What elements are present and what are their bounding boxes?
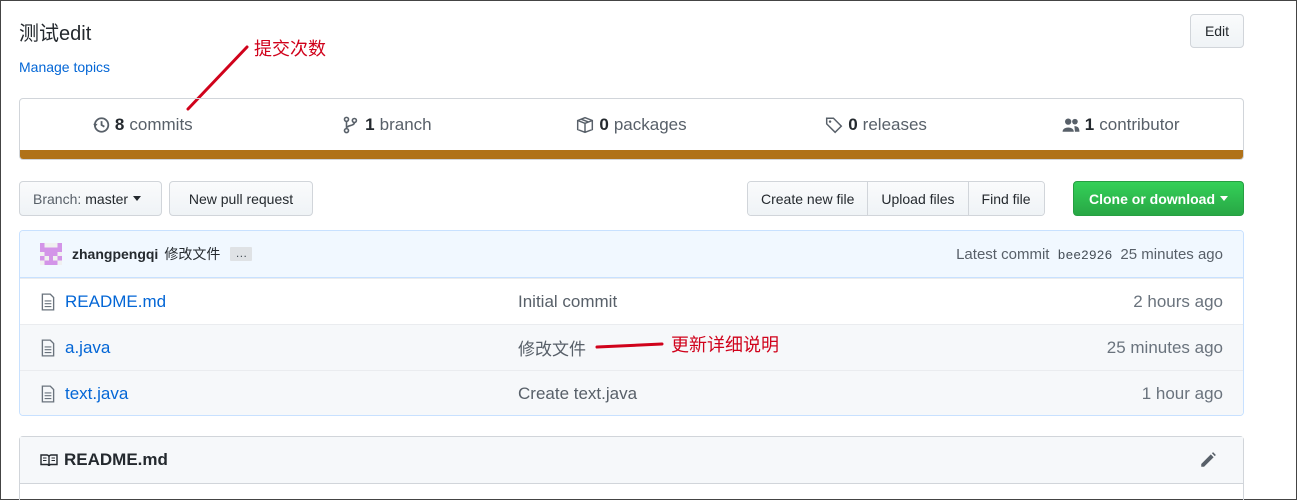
tag-icon bbox=[826, 117, 843, 134]
expand-commit-button[interactable]: … bbox=[230, 247, 253, 261]
file-icon bbox=[41, 384, 55, 403]
branch-select-button[interactable]: Branch: master bbox=[19, 181, 162, 216]
file-name[interactable]: a.java bbox=[65, 338, 518, 358]
readme-header: README.md bbox=[20, 437, 1243, 484]
table-row: README.md Initial commit 2 hours ago bbox=[20, 278, 1243, 324]
package-icon bbox=[577, 116, 594, 134]
find-file-button[interactable]: Find file bbox=[968, 182, 1044, 215]
contributors-number: 1 bbox=[1084, 115, 1095, 134]
readme-panel: README.md bbox=[19, 436, 1244, 500]
commit-message[interactable]: 修改文件 bbox=[164, 244, 220, 264]
dropdown-caret-icon bbox=[133, 196, 142, 201]
file-name[interactable]: text.java bbox=[65, 384, 518, 404]
file-list: zhangpengqi 修改文件 … Latest commit bee2926… bbox=[19, 230, 1244, 416]
releases-label: releases bbox=[862, 115, 927, 134]
branch-prefix: Branch: bbox=[33, 190, 82, 207]
branch-icon bbox=[343, 116, 358, 134]
table-row: text.java Create text.java 1 hour ago bbox=[20, 370, 1243, 415]
repo-title: 测试edit bbox=[19, 23, 92, 45]
commits-count[interactable]: 8 commits bbox=[20, 115, 265, 135]
file-icon bbox=[41, 338, 55, 357]
contributors-label: contributor bbox=[1099, 115, 1180, 134]
releases-count[interactable]: 0 releases bbox=[754, 115, 999, 135]
pencil-icon[interactable] bbox=[1199, 451, 1217, 469]
create-new-file-button[interactable]: Create new file bbox=[748, 182, 869, 215]
commit-sha[interactable]: bee2926 bbox=[1058, 248, 1113, 263]
readme-title: README.md bbox=[64, 450, 168, 469]
branches-label: branch bbox=[379, 115, 432, 134]
branches-count[interactable]: 1 branch bbox=[265, 115, 510, 135]
language-bar[interactable] bbox=[20, 150, 1243, 159]
packages-number: 0 bbox=[599, 115, 609, 134]
file-actions-group: Create new file Upload files Find file bbox=[747, 181, 1045, 216]
file-icon bbox=[41, 292, 55, 311]
packages-count[interactable]: 0 packages bbox=[509, 115, 754, 135]
clone-download-button[interactable]: Clone or download bbox=[1073, 181, 1244, 216]
packages-label: packages bbox=[613, 115, 687, 134]
annotation-arrow-detail bbox=[595, 342, 664, 349]
clone-label: Clone or download bbox=[1089, 190, 1215, 207]
people-icon bbox=[1062, 118, 1080, 132]
releases-number: 0 bbox=[848, 115, 858, 134]
upload-files-button[interactable]: Upload files bbox=[868, 182, 969, 215]
latest-commit-bar: zhangpengqi 修改文件 … Latest commit bee2926… bbox=[20, 231, 1243, 278]
branch-name: master bbox=[85, 190, 129, 207]
annotation-detail-note: 更新详细说明 bbox=[671, 335, 779, 356]
avatar[interactable] bbox=[40, 243, 62, 265]
latest-commit-label: Latest commit bbox=[956, 245, 1050, 263]
commits-label: commits bbox=[129, 115, 193, 134]
branches-number: 1 bbox=[365, 115, 375, 134]
commit-age: 25 minutes ago bbox=[1120, 245, 1223, 263]
file-commit-message[interactable]: Initial commit bbox=[518, 292, 968, 312]
annotation-commits-note: 提交次数 bbox=[254, 39, 326, 60]
file-commit-message[interactable]: Create text.java bbox=[518, 384, 968, 404]
commits-number: 8 bbox=[114, 115, 125, 134]
file-age: 25 minutes ago bbox=[1106, 337, 1223, 357]
manage-topics-link[interactable]: Manage topics bbox=[19, 59, 110, 75]
dropdown-caret-icon bbox=[1220, 196, 1228, 201]
book-icon bbox=[40, 454, 58, 467]
latest-commit-info: Latest commit bee2926 25 minutes ago bbox=[956, 246, 1223, 263]
history-icon bbox=[93, 117, 110, 133]
file-name[interactable]: README.md bbox=[65, 292, 518, 312]
new-pull-request-button[interactable]: New pull request bbox=[169, 181, 313, 216]
file-age: 1 hour ago bbox=[1141, 383, 1223, 403]
file-age: 2 hours ago bbox=[1133, 291, 1223, 311]
commit-author[interactable]: zhangpengqi bbox=[72, 246, 158, 262]
contributors-count[interactable]: 1 contributor bbox=[998, 115, 1243, 135]
summary-bar: 8 commits 1 branch 0 packages 0 releases… bbox=[19, 98, 1244, 160]
edit-button[interactable]: Edit bbox=[1190, 14, 1244, 48]
